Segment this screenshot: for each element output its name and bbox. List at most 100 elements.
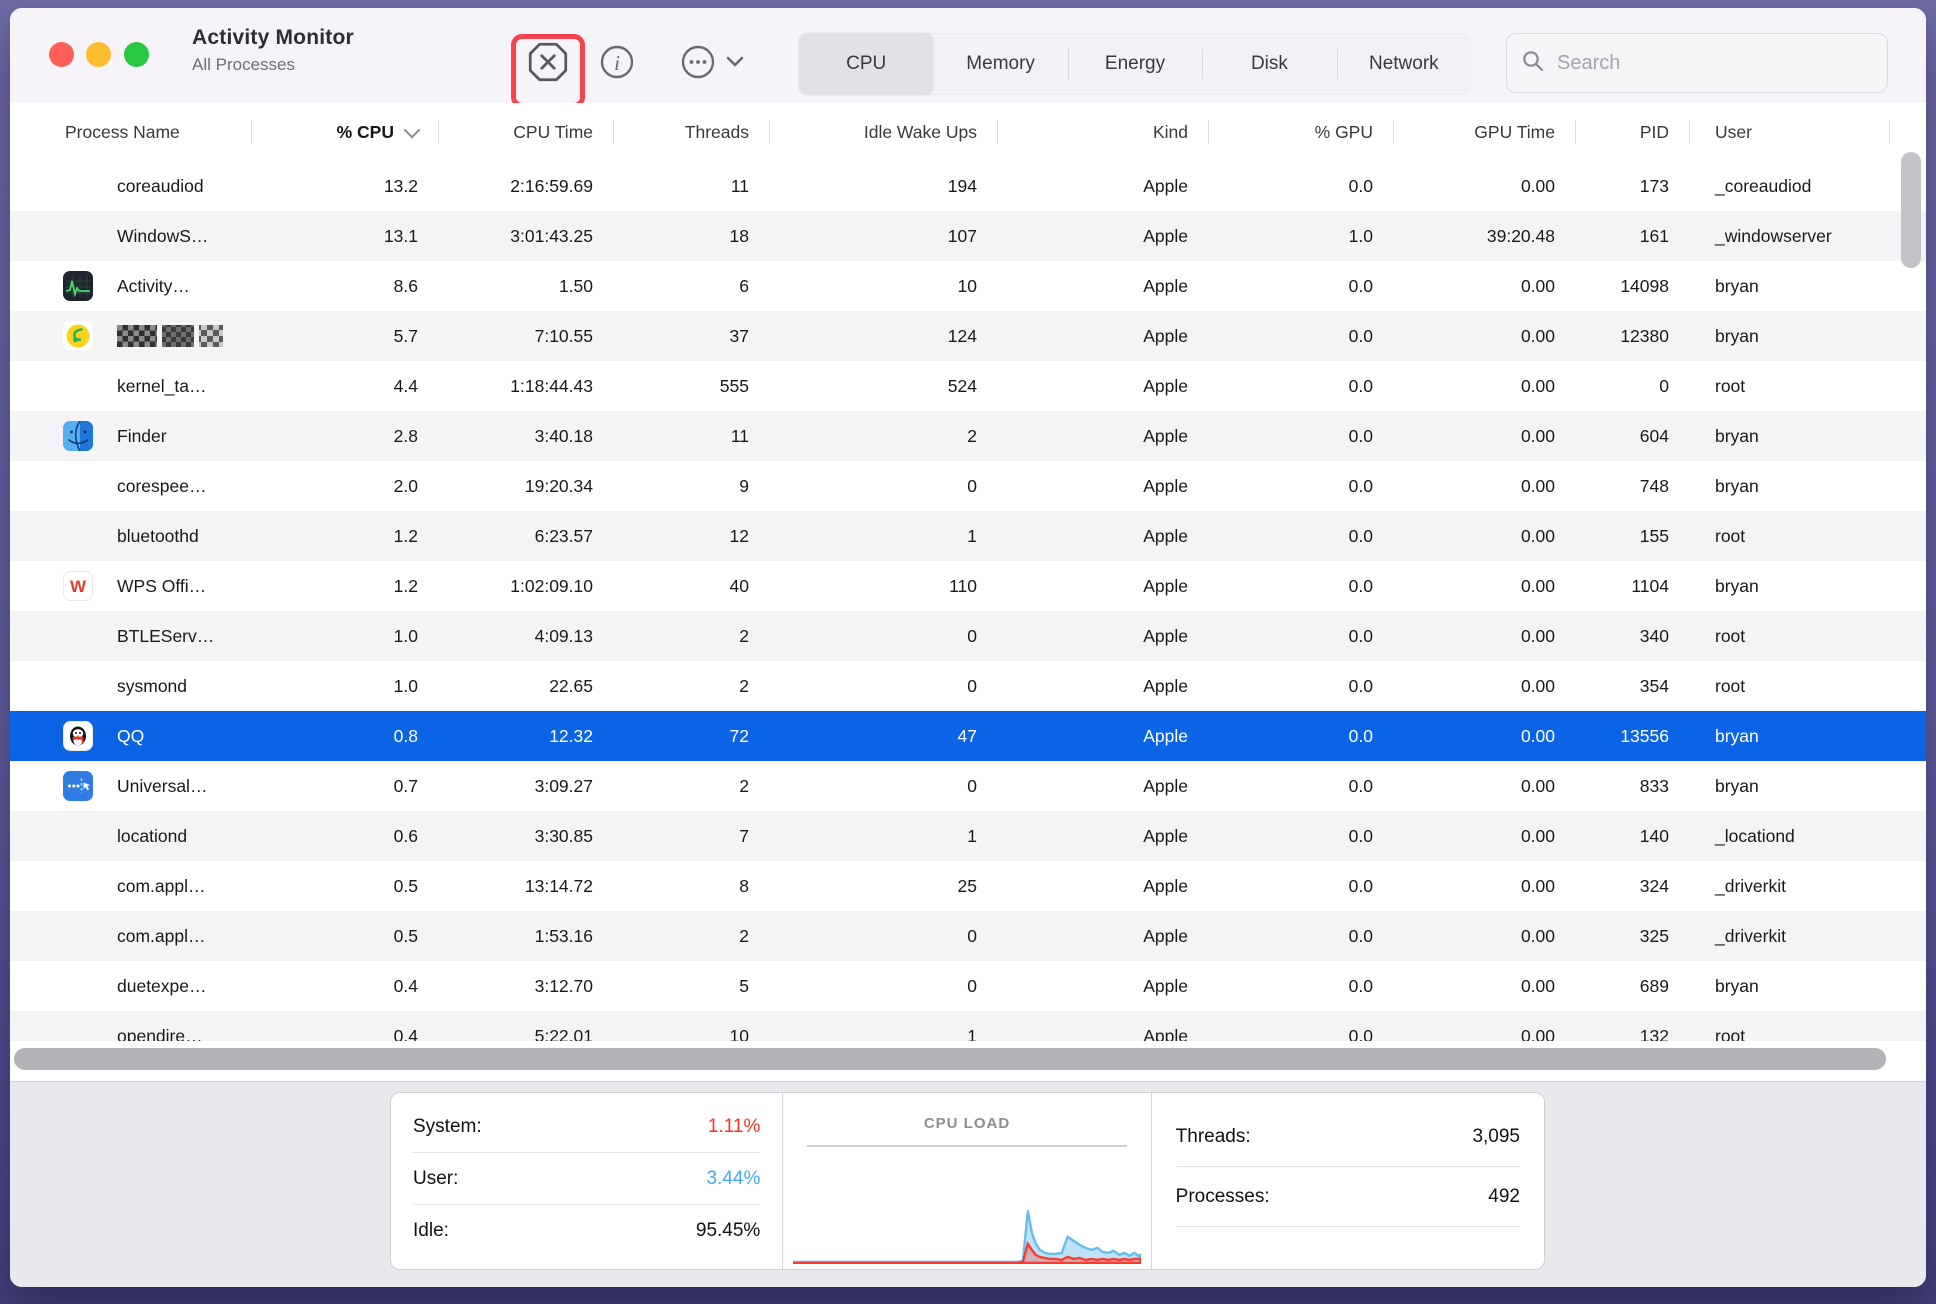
process-name: WindowS…: [117, 211, 208, 261]
cell-gpu: 0.0: [1209, 611, 1394, 661]
close-button[interactable]: [49, 42, 74, 67]
icon-placeholder: [63, 171, 93, 201]
cell-idle_wake_ups: 194: [770, 161, 998, 211]
cell-cpu: 1.2: [252, 511, 439, 561]
cell-gpu_time: 0.00: [1394, 711, 1576, 761]
cell-pid: 140: [1576, 811, 1690, 861]
chevron-down-icon: [726, 55, 744, 73]
cell-cpu_time: 5:22.01: [439, 1011, 614, 1041]
horizontal-scrollbar[interactable]: [14, 1048, 1886, 1070]
column-header-gpu[interactable]: % GPU: [1209, 103, 1394, 161]
cell-pid: 132: [1576, 1011, 1690, 1041]
tab-disk[interactable]: Disk: [1202, 33, 1336, 95]
cell-threads: 11: [614, 161, 770, 211]
cell-threads: 555: [614, 361, 770, 411]
process-row[interactable]: WindowS…13.13:01:43.2518107Apple1.039:20…: [10, 211, 1926, 261]
cell-idle_wake_ups: 0: [770, 961, 998, 1011]
column-header-gpu_time[interactable]: GPU Time: [1394, 103, 1576, 161]
svg-text:i: i: [614, 51, 620, 75]
tab-energy[interactable]: Energy: [1068, 33, 1202, 95]
inspect-info-button[interactable]: i: [598, 33, 636, 95]
zoom-button[interactable]: [124, 42, 149, 67]
process-name: Universal…: [117, 761, 207, 811]
censored-name-block: [117, 325, 157, 347]
footer: System: 1.11% User: 3.44% Idle: 95.45% C…: [10, 1081, 1926, 1287]
cell-user: bryan: [1690, 461, 1890, 511]
process-row[interactable]: BTLEServ…1.04:09.1320Apple0.00.00340root: [10, 611, 1926, 661]
cell-gpu_time: 0.00: [1394, 461, 1576, 511]
process-row[interactable]: Universal…0.73:09.2720Apple0.00.00833bry…: [10, 761, 1926, 811]
process-row[interactable]: coreaudiod13.22:16:59.6911194Apple0.00.0…: [10, 161, 1926, 211]
cell-gpu_time: 0.00: [1394, 311, 1576, 361]
cell-gpu: 0.0: [1209, 361, 1394, 411]
cell-gpu_time: 0.00: [1394, 611, 1576, 661]
process-row[interactable]: QQ0.812.327247Apple0.00.0013556bryan: [10, 711, 1926, 761]
search-field[interactable]: [1506, 33, 1888, 93]
user-value: 3.44%: [706, 1168, 760, 1190]
cell-cpu_time: 1:02:09.10: [439, 561, 614, 611]
icon-placeholder: [63, 821, 93, 851]
cell-threads: 2: [614, 661, 770, 711]
cell-user: _driverkit: [1690, 911, 1890, 961]
search-input[interactable]: [1555, 51, 1873, 76]
search-icon: [1521, 49, 1545, 78]
process-name: corespee…: [117, 461, 207, 511]
cell-cpu_time: 4:09.13: [439, 611, 614, 661]
process-row[interactable]: 5.77:10.5537124Apple0.00.0012380bryan: [10, 311, 1926, 361]
process-row[interactable]: com.appl…0.51:53.1620Apple0.00.00325_dri…: [10, 911, 1926, 961]
process-row[interactable]: bluetoothd1.26:23.57121Apple0.00.00155ro…: [10, 511, 1926, 561]
column-header-kind[interactable]: Kind: [998, 103, 1209, 161]
process-row[interactable]: corespee…2.019:20.3490Apple0.00.00748bry…: [10, 461, 1926, 511]
cell-kind: Apple: [998, 411, 1209, 461]
cell-kind: Apple: [998, 311, 1209, 361]
cell-gpu: 0.0: [1209, 911, 1394, 961]
cell-idle_wake_ups: 110: [770, 561, 998, 611]
cell-kind: Apple: [998, 911, 1209, 961]
cell-gpu_time: 0.00: [1394, 861, 1576, 911]
cell-cpu_time: 13:14.72: [439, 861, 614, 911]
cell-user: bryan: [1690, 761, 1890, 811]
cell-gpu_time: 0.00: [1394, 561, 1576, 611]
process-row[interactable]: kernel_ta…4.41:18:44.43555524Apple0.00.0…: [10, 361, 1926, 411]
process-row[interactable]: locationd0.63:30.8571Apple0.00.00140_loc…: [10, 811, 1926, 861]
minimize-button[interactable]: [86, 42, 111, 67]
cell-name: BTLEServ…: [10, 611, 252, 661]
column-header-cpu_time[interactable]: CPU Time: [439, 103, 614, 161]
process-row[interactable]: WWPS Offi…1.21:02:09.1040110Apple0.00.00…: [10, 561, 1926, 611]
tab-network[interactable]: Network: [1337, 33, 1471, 95]
more-options-button[interactable]: [680, 33, 744, 95]
column-header-name[interactable]: Process Name: [10, 103, 252, 161]
cell-kind: Apple: [998, 161, 1209, 211]
cell-threads: 12: [614, 511, 770, 561]
column-header-idle_wake_ups[interactable]: Idle Wake Ups: [770, 103, 998, 161]
cell-name: Universal…: [10, 761, 252, 811]
column-header-threads[interactable]: Threads: [614, 103, 770, 161]
system-stat-row: System: 1.11%: [413, 1101, 760, 1153]
vertical-scrollbar[interactable]: [1901, 152, 1921, 268]
cell-user: _windowserver: [1690, 211, 1890, 261]
process-row[interactable]: sysmond1.022.6520Apple0.00.00354root: [10, 661, 1926, 711]
process-row[interactable]: Activity…8.61.50610Apple0.00.0014098brya…: [10, 261, 1926, 311]
cell-idle_wake_ups: 124: [770, 311, 998, 361]
column-header-user[interactable]: User: [1690, 103, 1890, 161]
tab-cpu[interactable]: CPU: [799, 33, 933, 95]
cell-gpu_time: 0.00: [1394, 361, 1576, 411]
view-tabs: CPUMemoryEnergyDiskNetwork: [799, 33, 1471, 95]
cell-kind: Apple: [998, 461, 1209, 511]
process-row[interactable]: duetexpe…0.43:12.7050Apple0.00.00689brya…: [10, 961, 1926, 1011]
cell-gpu: 0.0: [1209, 411, 1394, 461]
toolbar: Activity Monitor All Processes i: [10, 8, 1926, 104]
cell-cpu_time: 1.50: [439, 261, 614, 311]
tab-memory[interactable]: Memory: [933, 33, 1067, 95]
process-name: opendire…: [117, 1011, 203, 1041]
wps-icon: W: [63, 571, 93, 601]
process-row[interactable]: com.appl…0.513:14.72825Apple0.00.00324_d…: [10, 861, 1926, 911]
column-header-cpu[interactable]: % CPU: [252, 103, 439, 161]
table-header: Process Name% CPUCPU TimeThreadsIdle Wak…: [10, 103, 1926, 162]
process-row[interactable]: opendire…0.45:22.01101Apple0.00.00132roo…: [10, 1011, 1926, 1041]
column-header-pid[interactable]: PID: [1576, 103, 1690, 161]
cell-user: bryan: [1690, 961, 1890, 1011]
process-row[interactable]: Finder2.83:40.18112Apple0.00.00604bryan: [10, 411, 1926, 461]
idle-label: Idle:: [413, 1220, 449, 1242]
cell-gpu_time: 0.00: [1394, 161, 1576, 211]
